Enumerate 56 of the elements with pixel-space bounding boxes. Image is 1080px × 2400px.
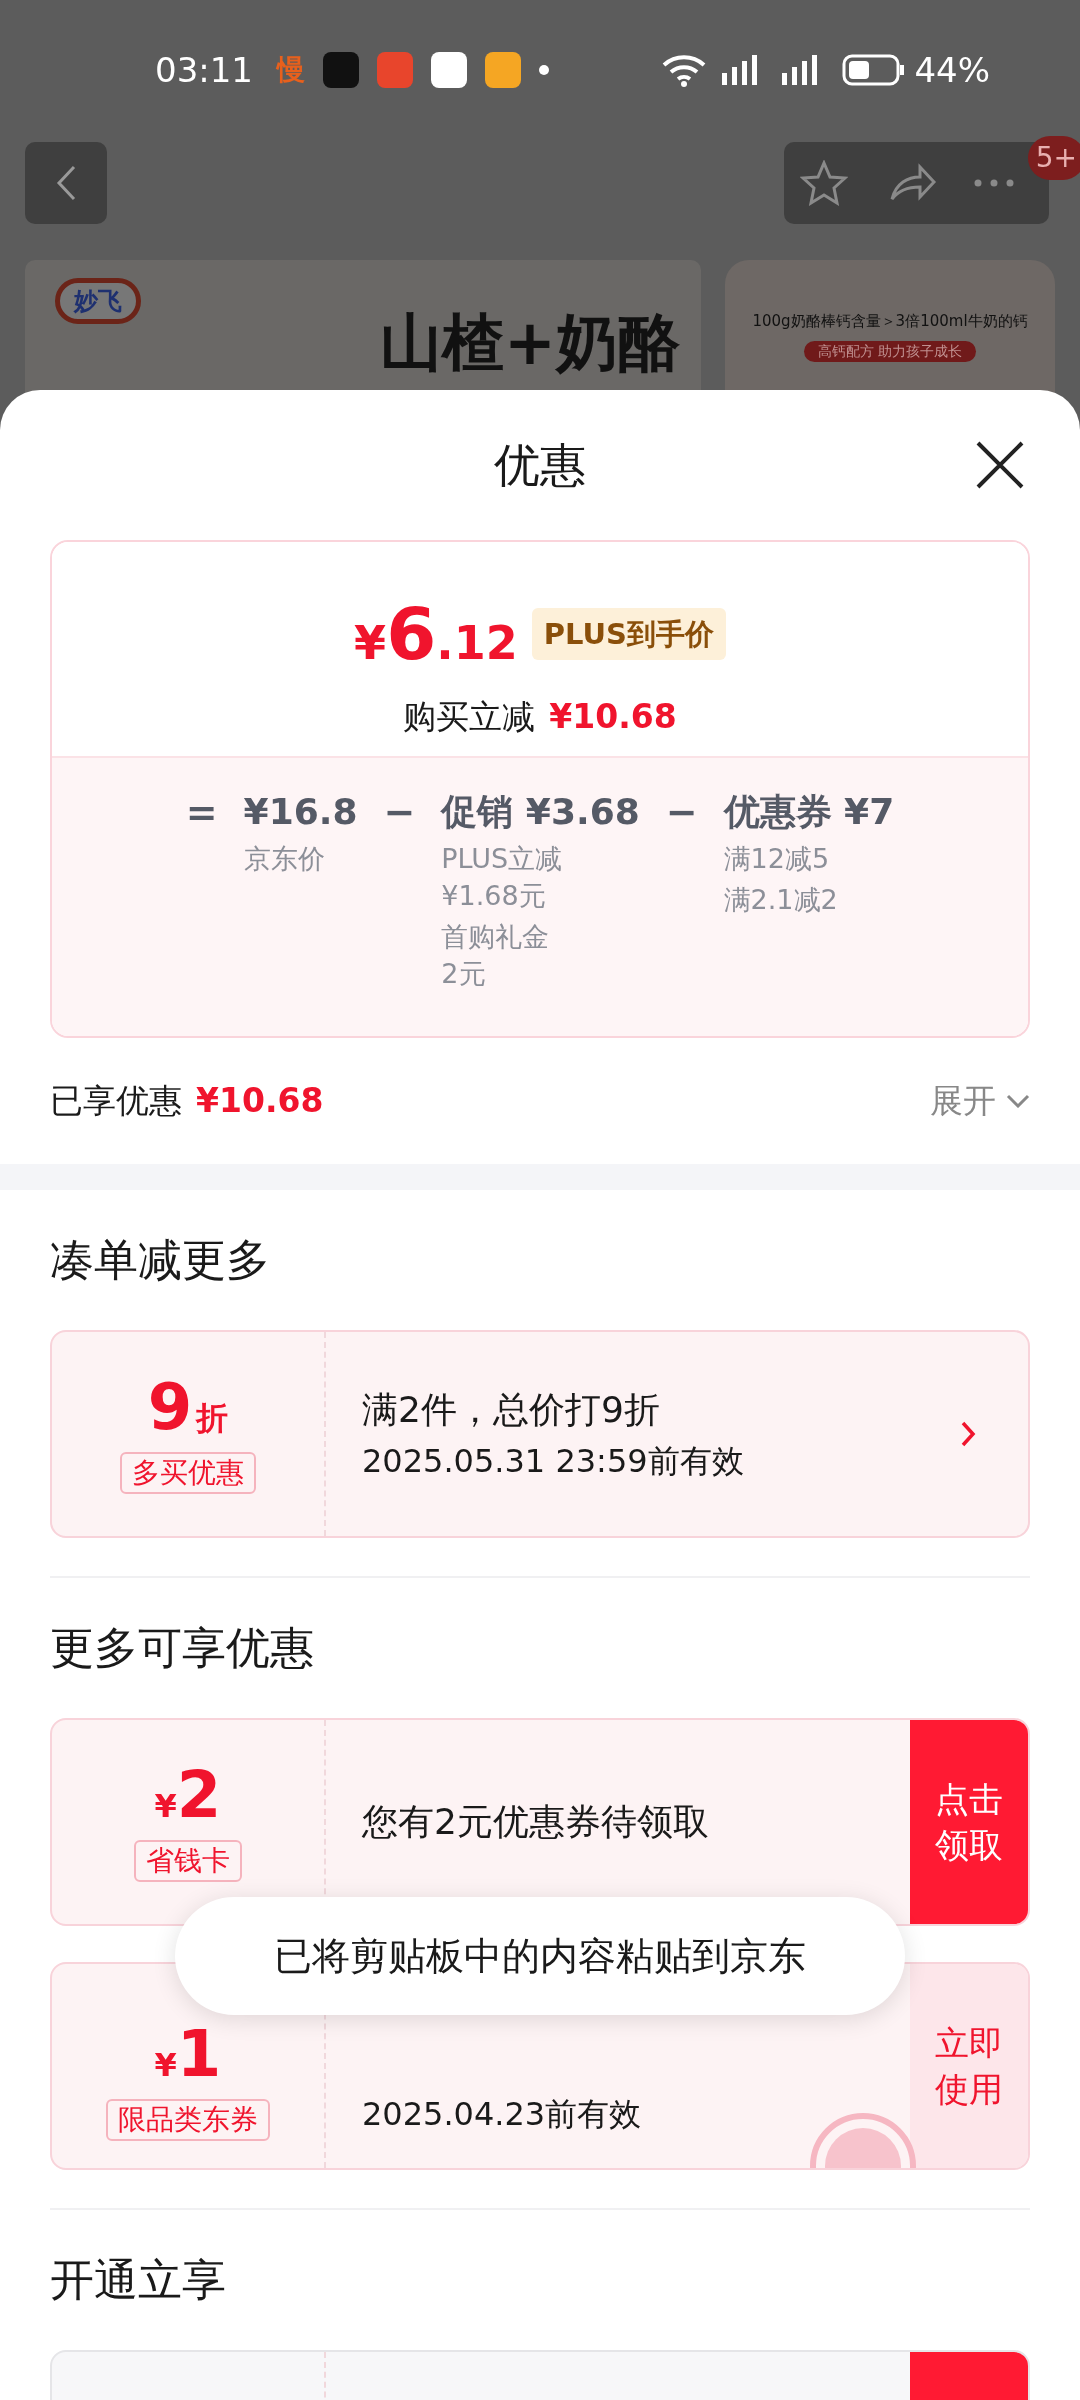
component-note: PLUS立减 ¥1.68元 [441, 842, 564, 913]
reduction-amount: ¥10.68 [549, 696, 677, 738]
status-time: 03:11 [155, 48, 253, 92]
battery-icon [842, 54, 907, 86]
expand-button[interactable]: 展开 [930, 1076, 1030, 1126]
coupon-tag: 限品类东券 [106, 2098, 270, 2141]
back-button[interactable] [25, 142, 107, 224]
component-note: 满2.1减2 [723, 883, 839, 917]
component-note: 满12减5 [723, 842, 831, 876]
share-icon[interactable] [888, 163, 938, 203]
star-icon[interactable] [800, 160, 848, 206]
discount-unit: 折 [196, 1397, 229, 1439]
operator-sign: = [185, 789, 218, 836]
discount-value: 9 [147, 1374, 193, 1439]
coupon-validity: 2025.04.23前有效 [362, 2094, 643, 2135]
currency-sign: ¥ [154, 1785, 177, 1827]
operator-sign: − [665, 789, 698, 836]
chevron-right-icon[interactable] [960, 1420, 976, 1448]
claim-button[interactable]: 点击领取 [910, 1720, 1028, 1924]
wifi-icon [662, 53, 707, 87]
price-component: 促销 ¥3.68 [441, 790, 640, 834]
component-note: 首购礼金 2元 [441, 920, 551, 991]
coupon-title: 您有2元优惠券待领取 [362, 1800, 710, 1844]
brand-logo: 妙飞 [55, 278, 141, 324]
chevron-down-icon[interactable] [1006, 1094, 1030, 1108]
sheet-title: 优惠 [494, 436, 586, 494]
battery-percent: 44% [914, 48, 990, 92]
plus-price-tag: PLUS到手价 [531, 608, 726, 660]
use-button[interactable]: 立即使用 [910, 1964, 1028, 2168]
section-title: 更多可享优惠 [50, 1621, 314, 1675]
banner-caption: 100g奶酪棒钙含量＞3倍100ml牛奶的钙 [752, 311, 1028, 332]
coupon-tag: 省钱卡 [134, 1839, 242, 1882]
coupon-amount: 2 [176, 1762, 222, 1827]
enjoyed-amount: ¥10.68 [196, 1080, 324, 1123]
banner-tag: 高钙配方 助力孩子成长 [803, 340, 977, 362]
final-price: ¥6.12 [354, 591, 518, 678]
component-note: 京东价 [243, 842, 326, 876]
coupon-tag: 多买优惠 [120, 1451, 256, 1494]
coupon-amount: 1 [176, 2021, 222, 2086]
chevron-left-icon[interactable] [54, 163, 78, 203]
toast-message: 已将剪贴板中的内容粘贴到京东 [175, 1897, 905, 2015]
coupon-title: 满2件，总价打9折 [362, 1388, 661, 1432]
more-icon[interactable] [974, 179, 1014, 187]
operator-sign: − [383, 789, 416, 836]
price-component: 优惠券 ¥7 [723, 790, 895, 834]
reduction-label: 购买立减 [403, 696, 536, 738]
close-icon[interactable] [975, 440, 1025, 490]
banner-headline: 山楂+奶酪 [380, 305, 680, 381]
enjoyed-label: 已享优惠 [50, 1080, 182, 1123]
section-title: 开通立享 [50, 2253, 226, 2307]
currency-sign: ¥ [154, 2044, 177, 2086]
notification-badge: 5+ [1027, 136, 1080, 180]
coupon-validity: 2025.05.31 23:59前有效 [362, 1441, 745, 1482]
section-title: 凑单减更多 [50, 1233, 270, 1287]
app-notification-icon: 慢 [277, 49, 305, 91]
price-component: ¥16.8 [243, 790, 358, 834]
